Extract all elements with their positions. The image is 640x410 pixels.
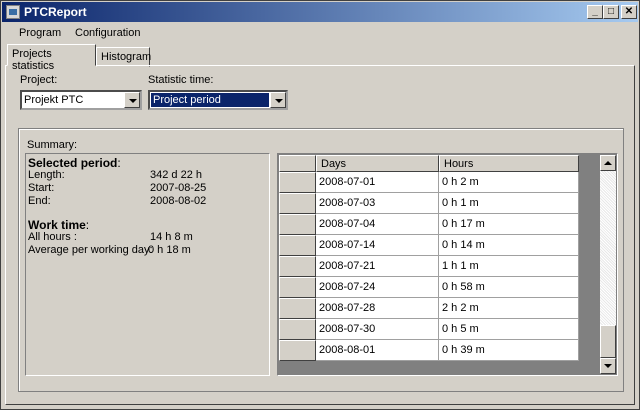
work-time-heading: Work time:: [28, 218, 89, 232]
row-header[interactable]: [279, 319, 316, 340]
cell-day[interactable]: 2008-07-04: [316, 214, 439, 235]
row-header[interactable]: [279, 235, 316, 256]
selected-period-heading-colon: :: [117, 156, 121, 170]
table-row[interactable]: 2008-07-30 0 h 5 m: [279, 319, 579, 340]
length-label: Length:: [28, 169, 65, 181]
cell-day[interactable]: 2008-07-03: [316, 193, 439, 214]
chevron-down-icon[interactable]: [124, 92, 140, 108]
project-label: Project:: [20, 74, 58, 86]
column-header-hours[interactable]: Hours: [439, 155, 579, 172]
chevron-down-icon[interactable]: [270, 92, 286, 108]
scrollbar-thumb[interactable]: [600, 325, 616, 358]
title-bar[interactable]: PTCReport _ □ ✕: [2, 2, 638, 22]
cell-day[interactable]: 2008-07-21: [316, 256, 439, 277]
table-row[interactable]: 2008-07-21 1 h 1 m: [279, 256, 579, 277]
summary-label: Summary:: [27, 139, 78, 151]
cell-day[interactable]: 2008-07-24: [316, 277, 439, 298]
work-time-heading-colon: :: [85, 218, 90, 232]
statistic-time-label: Statistic time:: [148, 74, 214, 86]
end-label: End:: [28, 195, 51, 207]
summary-panel: Selected period: Length: 342 d 22 h Star…: [25, 153, 270, 376]
table-row[interactable]: 2008-07-28 2 h 2 m: [279, 298, 579, 319]
table-row[interactable]: 2008-08-01 0 h 39 m: [279, 340, 579, 361]
cell-day[interactable]: 2008-07-30: [316, 319, 439, 340]
tab-projects-statistics[interactable]: Projects statistics: [7, 44, 96, 72]
cell-hours[interactable]: 0 h 5 m: [439, 319, 579, 340]
work-time-heading-text: Work time: [28, 218, 86, 232]
table-body: Days Hours 2008-07-01 0 h 2 m 2008-07-03 0 …: [279, 155, 579, 374]
window-title: PTCReport: [24, 5, 87, 19]
row-header[interactable]: [279, 298, 316, 319]
start-value: 2007-08-25: [150, 182, 207, 194]
cell-hours[interactable]: 2 h 2 m: [439, 298, 579, 319]
cell-hours[interactable]: 0 h 1 m: [439, 193, 579, 214]
table-corner-header: [279, 155, 316, 172]
table-row[interactable]: 2008-07-03 0 h 1 m: [279, 193, 579, 214]
average-per-working-day-value: 0 h 18 m: [148, 244, 191, 256]
project-dropdown[interactable]: Projekt PTC: [20, 90, 142, 110]
start-label: Start:: [28, 182, 55, 194]
minimize-button[interactable]: _: [587, 5, 603, 19]
end-value: 2008-08-02: [150, 195, 207, 207]
menu-configuration[interactable]: Configuration: [75, 27, 140, 39]
menu-bar: Program Configuration: [2, 23, 638, 43]
table-row[interactable]: 2008-07-01 0 h 2 m: [279, 172, 579, 193]
statistic-time-dropdown[interactable]: Project period: [148, 90, 288, 110]
row-header[interactable]: [279, 256, 316, 277]
average-per-working-day-label: Average per working day:: [28, 244, 153, 256]
cell-hours[interactable]: 1 h 1 m: [439, 256, 579, 277]
statistic-time-dropdown-value: Project period: [151, 93, 269, 107]
app-window: PTCReport _ □ ✕ Program Configuration Pr…: [0, 0, 640, 410]
cell-day[interactable]: 2008-07-28: [316, 298, 439, 319]
maximize-button[interactable]: □: [603, 5, 619, 19]
summary-groupbox: Summary: Selected period: Length: 342 d …: [18, 128, 624, 392]
cell-hours[interactable]: 0 h 39 m: [439, 340, 579, 361]
length-value: 342 d 22 h: [150, 169, 202, 181]
table-row[interactable]: 2008-07-04 0 h 17 m: [279, 214, 579, 235]
all-hours-value: 14 h 8 m: [150, 231, 193, 243]
scroll-up-icon[interactable]: [600, 155, 616, 171]
table-row[interactable]: 2008-07-24 0 h 58 m: [279, 277, 579, 298]
cell-day[interactable]: 2008-07-14: [316, 235, 439, 256]
row-header[interactable]: [279, 193, 316, 214]
row-header[interactable]: [279, 340, 316, 361]
column-header-days[interactable]: Days: [316, 155, 439, 172]
row-header[interactable]: [279, 172, 316, 193]
cell-hours[interactable]: 0 h 14 m: [439, 235, 579, 256]
all-hours-label: All hours :: [28, 231, 77, 243]
cell-hours[interactable]: 0 h 2 m: [439, 172, 579, 193]
cell-hours[interactable]: 0 h 17 m: [439, 214, 579, 235]
close-button[interactable]: ✕: [621, 5, 637, 19]
row-header[interactable]: [279, 214, 316, 235]
row-header[interactable]: [279, 277, 316, 298]
menu-program[interactable]: Program: [19, 27, 61, 39]
tab-panel-projects-statistics: Project: Projekt PTC Statistic time: Pro…: [5, 65, 635, 405]
table-row[interactable]: 2008-07-14 0 h 14 m: [279, 235, 579, 256]
cell-day[interactable]: 2008-07-01: [316, 172, 439, 193]
cell-day[interactable]: 2008-08-01: [316, 340, 439, 361]
project-dropdown-value: Projekt PTC: [24, 94, 84, 106]
selected-period-heading: Selected period:: [28, 156, 121, 170]
cell-hours[interactable]: 0 h 58 m: [439, 277, 579, 298]
selected-period-heading-text: Selected period: [28, 156, 118, 170]
days-hours-table[interactable]: Days Hours 2008-07-01 0 h 2 m 2008-07-03 0 …: [277, 153, 618, 376]
tab-histogram[interactable]: Histogram: [96, 47, 151, 67]
app-icon[interactable]: [6, 5, 20, 19]
vertical-scrollbar[interactable]: [600, 155, 616, 374]
scroll-down-icon[interactable]: [600, 358, 616, 374]
